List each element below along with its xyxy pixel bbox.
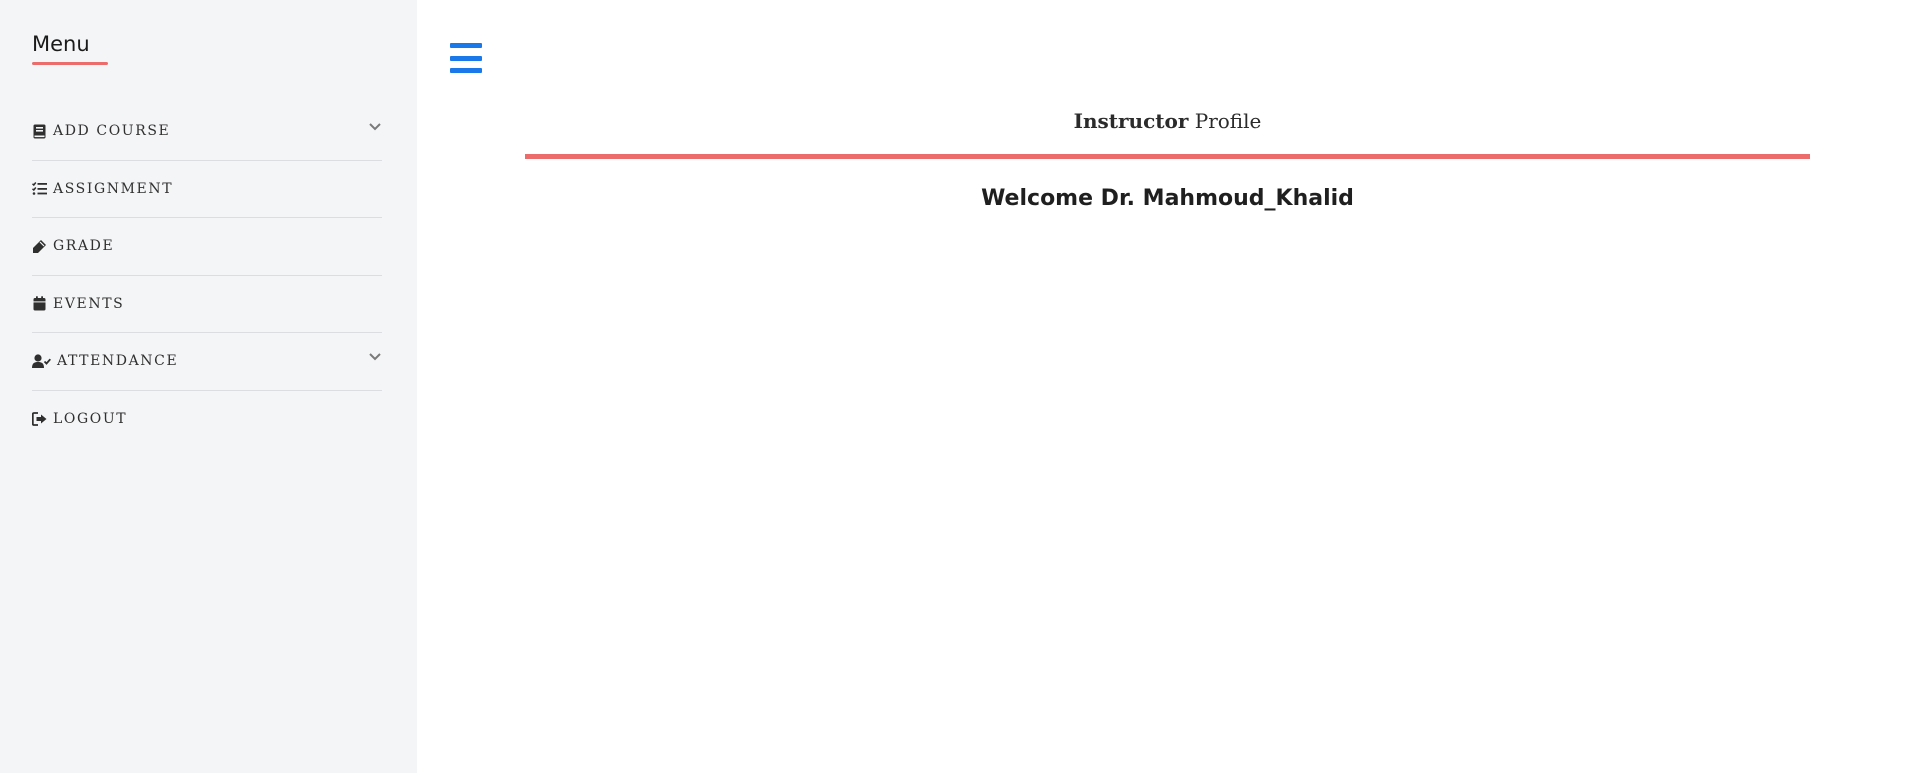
sidebar-item-label: GRADE (53, 238, 115, 255)
page-title-bold: Instructor (1073, 109, 1189, 133)
marker-icon (32, 239, 47, 254)
sidebar-item-add-course[interactable]: ADD COURSE (32, 103, 382, 161)
sidebar-item-label: ATTENDANCE (57, 353, 179, 370)
sidebar: Menu ADD COURSE ASSIGNMENT GRADE EVENTS … (0, 0, 417, 773)
calendar-icon (32, 296, 47, 311)
chevron-down-icon[interactable] (368, 350, 382, 364)
sidebar-item-label: ADD COURSE (53, 123, 171, 140)
page-title: Instructor Profile (525, 109, 1810, 133)
sidebar-item-attendance[interactable]: ATTENDANCE (32, 333, 382, 391)
sidebar-item-events[interactable]: EVENTS (32, 276, 382, 333)
main-content: Instructor Profile Welcome Dr. Mahmoud_K… (417, 0, 1916, 773)
header-divider (525, 154, 1810, 159)
sidebar-item-grade[interactable]: GRADE (32, 218, 382, 276)
list-check-icon (32, 181, 47, 196)
user-check-icon (32, 354, 51, 369)
hamburger-menu-icon[interactable] (450, 43, 482, 73)
book-icon (32, 124, 47, 139)
sign-out-icon (32, 412, 47, 427)
app: Menu ADD COURSE ASSIGNMENT GRADE EVENTS … (0, 0, 1916, 773)
sidebar-item-label: ASSIGNMENT (53, 180, 174, 197)
sidebar-title: Menu (32, 32, 108, 65)
chevron-down-icon[interactable] (368, 120, 382, 134)
sidebar-item-label: LOGOUT (53, 411, 128, 428)
sidebar-item-logout[interactable]: LOGOUT (32, 391, 382, 449)
welcome-message: Welcome Dr. Mahmoud_Khalid (981, 186, 1354, 211)
page-title-rest: Profile (1188, 109, 1262, 133)
sidebar-item-assignment[interactable]: ASSIGNMENT (32, 161, 382, 218)
sidebar-nav: ADD COURSE ASSIGNMENT GRADE EVENTS ATTEN… (32, 103, 382, 448)
sidebar-item-label: EVENTS (53, 295, 125, 312)
